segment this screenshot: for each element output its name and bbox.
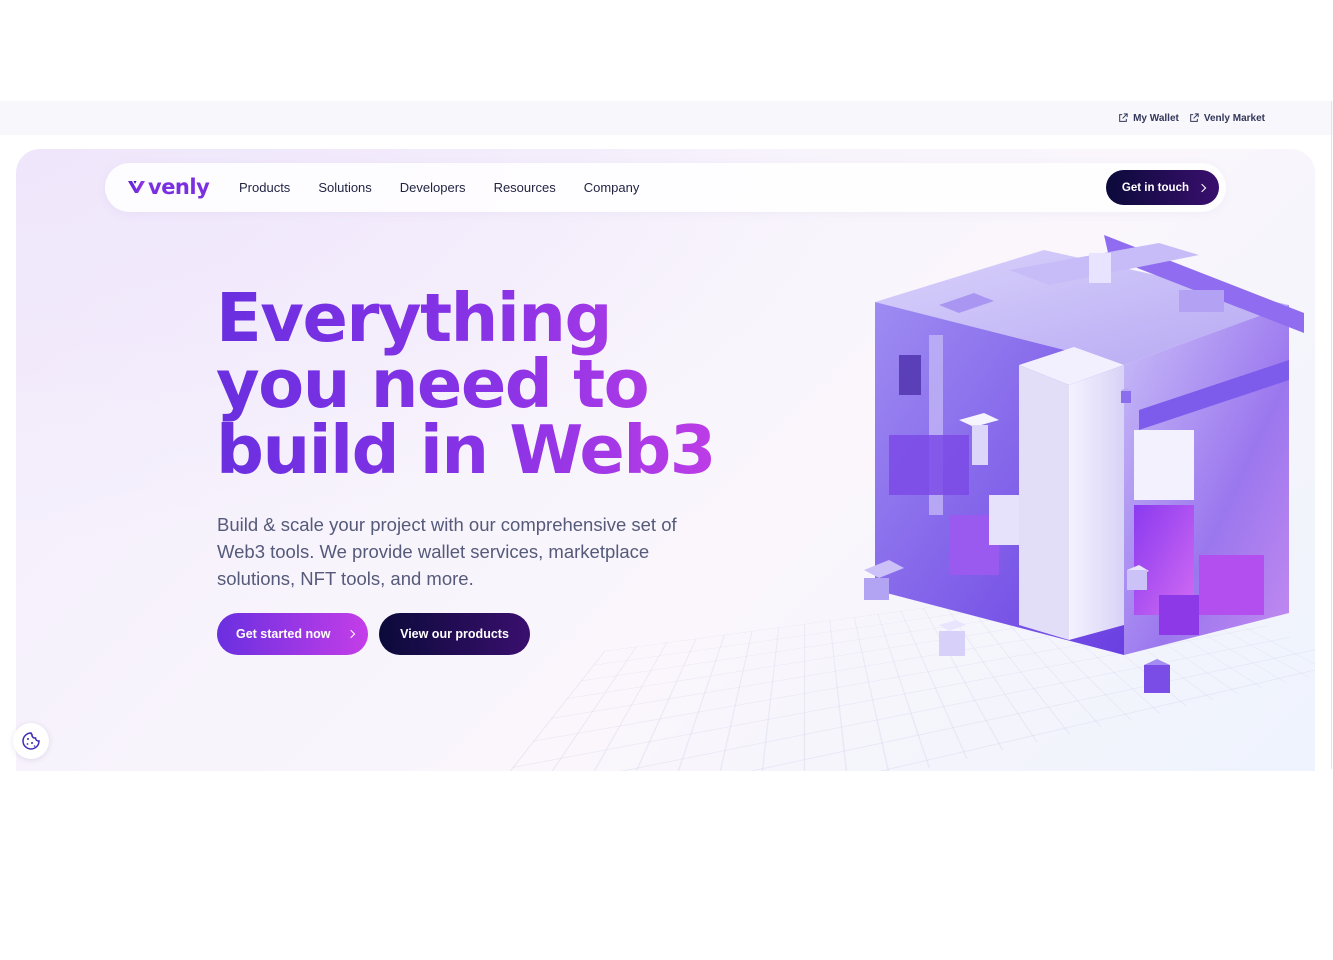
nav-item-resources[interactable]: Resources bbox=[494, 180, 556, 195]
headline-line-2: you need to bbox=[216, 345, 649, 423]
view-products-label: View our products bbox=[400, 627, 509, 641]
venly-logo-text: venly bbox=[148, 175, 210, 199]
hero-section: venly Products Solutions Developers Reso… bbox=[16, 149, 1315, 771]
view-products-button[interactable]: View our products bbox=[379, 613, 530, 655]
cookie-settings-button[interactable] bbox=[13, 723, 49, 759]
main-navigation: venly Products Solutions Developers Reso… bbox=[105, 163, 1226, 212]
page-edge-divider bbox=[1331, 101, 1332, 769]
venly-market-label: Venly Market bbox=[1203, 112, 1265, 124]
my-wallet-label: My Wallet bbox=[1133, 112, 1179, 124]
nav-item-company[interactable]: Company bbox=[584, 180, 640, 195]
isometric-cube-illustration bbox=[864, 235, 1304, 693]
nav-item-developers[interactable]: Developers bbox=[400, 180, 466, 195]
hero-headline: Everything you need to build in Web3 bbox=[216, 285, 736, 483]
utility-bar: My Wallet Venly Market bbox=[0, 101, 1333, 135]
external-link-icon bbox=[1190, 113, 1199, 122]
venly-logo-mark-icon bbox=[128, 181, 145, 193]
venly-market-link[interactable]: Venly Market bbox=[1189, 113, 1265, 124]
venly-logo[interactable]: venly bbox=[128, 175, 210, 199]
chevron-right-icon bbox=[346, 629, 356, 639]
get-started-button[interactable]: Get started now bbox=[217, 613, 368, 655]
my-wallet-link[interactable]: My Wallet bbox=[1118, 113, 1179, 124]
headline-line-1: Everything bbox=[216, 279, 611, 357]
get-started-label: Get started now bbox=[236, 627, 331, 641]
headline-line-3: build in Web3 bbox=[216, 411, 715, 489]
utility-links: My Wallet Venly Market bbox=[1118, 101, 1265, 135]
external-link-icon bbox=[1119, 113, 1128, 122]
nav-item-products[interactable]: Products bbox=[239, 180, 290, 195]
nav-item-solutions[interactable]: Solutions bbox=[318, 180, 371, 195]
hero-subtitle: Build & scale your project with our comp… bbox=[217, 514, 677, 589]
get-in-touch-label: Get in touch bbox=[1121, 181, 1189, 194]
nav-menu: Products Solutions Developers Resources … bbox=[239, 163, 639, 212]
cookie-icon bbox=[22, 732, 40, 750]
get-in-touch-button[interactable]: Get in touch bbox=[1105, 170, 1219, 205]
chevron-right-icon bbox=[1197, 183, 1207, 192]
